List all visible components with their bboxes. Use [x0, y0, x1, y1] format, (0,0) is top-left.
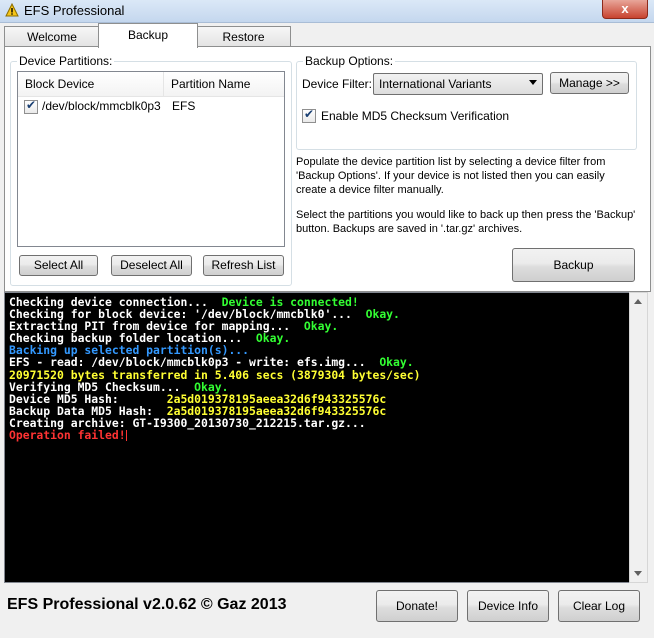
log-line: Operation failed!: [9, 429, 420, 441]
partition-list[interactable]: Block Device Partition Name ✔ /dev/block…: [17, 71, 285, 247]
tab-welcome[interactable]: Welcome: [4, 26, 100, 47]
tab-backup[interactable]: Backup: [98, 23, 198, 48]
backup-options-label: Backup Options:: [303, 54, 396, 68]
deselect-all-button[interactable]: Deselect All: [111, 255, 192, 276]
text-cursor: [125, 430, 127, 442]
scroll-up-icon[interactable]: [634, 299, 642, 304]
partition-name-cell: EFS: [172, 99, 196, 113]
column-block-device[interactable]: Block Device: [18, 72, 164, 96]
log-segment: Okay.: [255, 331, 291, 346]
checkmark-icon: ✔: [304, 107, 315, 121]
log-console[interactable]: Checking device connection... Device is …: [4, 292, 630, 583]
app-version-title: EFS Professional v2.0.62 © Gaz 2013: [7, 596, 287, 613]
warning-icon: [5, 3, 19, 17]
checkmark-icon: ✔: [26, 98, 37, 112]
clear-log-button[interactable]: Clear Log: [558, 590, 640, 622]
title-bar: EFS Professional x: [0, 0, 654, 23]
list-item[interactable]: ✔ /dev/block/mmcblk0p3 EFS: [18, 97, 284, 115]
partition-checkbox[interactable]: ✔: [24, 98, 38, 114]
backup-button[interactable]: Backup: [512, 248, 635, 282]
device-filter-select[interactable]: International Variants: [373, 73, 543, 95]
info-text-select: Select the partitions you would like to …: [296, 209, 636, 235]
device-info-button[interactable]: Device Info: [467, 590, 549, 622]
md5-checkbox[interactable]: ✔: [302, 107, 316, 123]
device-partitions-label: Device Partitions:: [17, 54, 115, 68]
column-partition-name[interactable]: Partition Name: [164, 72, 281, 96]
log-scrollbar[interactable]: [629, 292, 648, 583]
log-lines: Checking device connection... Device is …: [9, 296, 420, 441]
md5-label: Enable MD5 Checksum Verification: [321, 109, 510, 123]
block-device-cell: /dev/block/mmcblk0p3: [42, 99, 161, 113]
partition-list-header: Block Device Partition Name: [18, 72, 284, 97]
log-segment: Operation failed!: [9, 428, 126, 443]
scroll-down-icon[interactable]: [634, 571, 642, 576]
device-filter-value: International Variants: [379, 77, 492, 91]
log-segment: Okay.: [303, 319, 339, 334]
select-all-button[interactable]: Select All: [19, 255, 98, 276]
donate-button[interactable]: Donate!: [376, 590, 458, 622]
device-filter-label: Device Filter:: [302, 77, 373, 91]
log-segment: Okay.: [365, 307, 400, 322]
app-window: EFS Professional x Welcome Backup Restor…: [0, 0, 654, 638]
chevron-down-icon: [529, 80, 537, 85]
refresh-list-button[interactable]: Refresh List: [203, 255, 284, 276]
window-title: EFS Professional: [24, 3, 125, 18]
tab-restore[interactable]: Restore: [196, 26, 291, 47]
info-text-populate: Populate the device partition list by se…: [296, 156, 606, 196]
close-button[interactable]: x: [602, 0, 648, 19]
manage-button[interactable]: Manage >>: [550, 72, 629, 94]
